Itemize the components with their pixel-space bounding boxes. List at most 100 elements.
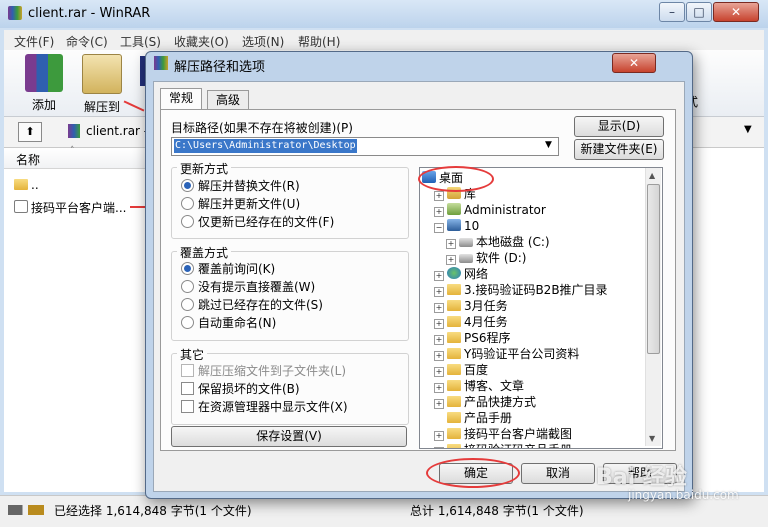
tree-item[interactable]: + 产品快捷方式: [422, 394, 644, 410]
radio-update-existing[interactable]: 仅更新已经存在的文件(F): [181, 214, 334, 230]
folder-icon: [447, 300, 461, 311]
scroll-down-icon[interactable]: ▼: [649, 434, 655, 443]
tree-item[interactable]: + 本地磁盘 (C:): [422, 234, 644, 250]
add-button[interactable]: 添加: [18, 54, 70, 112]
tab-general[interactable]: 常规: [160, 88, 203, 111]
expand-icon[interactable]: +: [434, 447, 444, 448]
tree-item[interactable]: − 10: [422, 218, 644, 234]
option-label: 解压压缩文件到子文件夹(L): [198, 364, 347, 378]
file-name: 接码平台客户端...: [31, 201, 127, 215]
option-label: 没有提示直接覆盖(W): [198, 280, 316, 294]
expand-icon[interactable]: +: [434, 367, 444, 377]
radio-skip-existing[interactable]: 跳过已经存在的文件(S): [181, 297, 323, 313]
radio-icon: [181, 280, 194, 293]
tree-item[interactable]: +3.接码验证码B2B推广目录: [422, 282, 644, 298]
dialog-close-button[interactable]: ✕: [612, 53, 656, 73]
tree-item[interactable]: + 百度: [422, 362, 644, 378]
radio-extract-replace[interactable]: 解压并替换文件(R): [181, 178, 300, 194]
folder-icon: [447, 380, 461, 391]
file-icon: [14, 200, 28, 213]
address-text[interactable]: client.rar -: [86, 124, 148, 138]
tab-advanced[interactable]: 高级: [207, 90, 250, 110]
path-label: 目标路径(如果不存在将被创建)(P): [171, 121, 353, 135]
tree-item[interactable]: + Y码验证平台公司资料: [422, 346, 644, 362]
tree-item[interactable]: + PS6程序: [422, 330, 644, 346]
scrollbar-thumb[interactable]: [647, 184, 660, 354]
expand-icon[interactable]: +: [434, 271, 444, 281]
tree-item-label: 本地磁盘 (C:): [476, 235, 550, 249]
new-folder-button[interactable]: 新建文件夹(E): [574, 139, 664, 160]
tree-item[interactable]: + 接码平台客户端截图: [422, 426, 644, 442]
expand-icon[interactable]: +: [434, 399, 444, 409]
list-item[interactable]: ..: [14, 178, 39, 192]
tree-item[interactable]: +3月任务: [422, 298, 644, 314]
extract-to-button[interactable]: 解压到: [76, 54, 128, 114]
expand-icon[interactable]: +: [446, 255, 456, 265]
menu-file[interactable]: 文件(F): [14, 33, 54, 50]
expand-icon[interactable]: +: [434, 351, 444, 361]
radio-extract-update[interactable]: 解压并更新文件(U): [181, 196, 300, 212]
radio-auto-rename[interactable]: 自动重命名(N): [181, 315, 276, 331]
folder-icon: [14, 179, 28, 190]
winrar-app-icon: [8, 6, 22, 20]
folder-tree[interactable]: 桌面 + 库 + Administrator −10 + 本地磁盘 (C:) + 软件 (D:) +…: [419, 167, 663, 449]
address-dropdown-icon[interactable]: ▼: [744, 124, 752, 135]
checkbox-extract-to-subfolders[interactable]: 解压压缩文件到子文件夹(L): [181, 363, 346, 379]
expand-icon[interactable]: +: [434, 287, 444, 297]
radio-overwrite-without-prompt[interactable]: 没有提示直接覆盖(W): [181, 279, 315, 295]
expand-icon[interactable]: +: [434, 303, 444, 313]
radio-ask-before-overwrite[interactable]: 覆盖前询问(K): [181, 261, 275, 277]
tree-item-label: Y码验证平台公司资料: [464, 347, 580, 361]
cancel-button[interactable]: 取消: [521, 463, 595, 484]
expand-icon[interactable]: +: [446, 239, 456, 249]
option-label: 解压并更新文件(U): [198, 197, 301, 211]
scroll-up-icon[interactable]: ▲: [649, 171, 655, 180]
up-folder-button[interactable]: ⬆: [18, 122, 42, 142]
close-main-button[interactable]: ✕: [713, 2, 759, 22]
save-settings-button[interactable]: 保存设置(V): [171, 426, 407, 447]
expand-icon[interactable]: +: [434, 319, 444, 329]
show-button[interactable]: 显示(D): [574, 116, 664, 137]
path-input[interactable]: C:\Users\Administrator\Desktop: [174, 139, 357, 153]
minimize-button[interactable]: –: [659, 2, 685, 22]
path-dropdown-icon[interactable]: ▼: [545, 140, 552, 150]
column-header-name[interactable]: 名称 ˄: [4, 146, 150, 169]
checkbox-show-in-explorer[interactable]: 在资源管理器中显示文件(X): [181, 399, 348, 415]
menu-tools[interactable]: 工具(S): [120, 33, 161, 50]
expand-icon[interactable]: +: [434, 383, 444, 393]
tree-item[interactable]: + 软件 (D:): [422, 250, 644, 266]
tree-item[interactable]: 产品手册: [422, 410, 644, 426]
rar-file-icon: [68, 124, 80, 138]
menu-help[interactable]: 帮助(H): [298, 33, 340, 50]
maximize-button[interactable]: □: [686, 2, 712, 22]
option-label: 解压并替换文件(R): [198, 179, 300, 193]
key-drive-icon: [8, 505, 44, 515]
tree-item-label: 博客、文章: [464, 379, 525, 393]
misc-title: 其它: [177, 346, 208, 363]
tree-item[interactable]: + 接码验证码产品手册: [422, 442, 644, 448]
file-name: ..: [31, 178, 39, 192]
menu-favorites[interactable]: 收藏夹(O): [174, 33, 229, 50]
tree-item-label: 3月任务: [464, 299, 508, 313]
tree-item[interactable]: + 网络: [422, 266, 644, 282]
tree-item[interactable]: + Administrator: [422, 202, 644, 218]
menu-commands[interactable]: 命令(C): [66, 33, 108, 50]
tree-item-label: PS6程序: [464, 331, 511, 345]
tree-item-label: 产品手册: [464, 411, 513, 425]
expand-icon[interactable]: +: [434, 191, 444, 201]
radio-icon: [181, 197, 194, 210]
tree-item[interactable]: + 博客、文章: [422, 378, 644, 394]
tree-scrollbar[interactable]: ▲ ▼: [645, 168, 661, 446]
checkbox-icon: [181, 364, 194, 377]
expand-icon[interactable]: +: [434, 207, 444, 217]
collapse-icon[interactable]: −: [434, 223, 444, 233]
path-combobox[interactable]: C:\Users\Administrator\Desktop ▼: [171, 137, 559, 156]
tree-item[interactable]: +4月任务: [422, 314, 644, 330]
menu-options[interactable]: 选项(N): [242, 33, 284, 50]
expand-icon[interactable]: +: [434, 335, 444, 345]
option-label: 保留损坏的文件(B): [198, 382, 300, 396]
radio-icon: [181, 215, 194, 228]
checkbox-keep-broken-files[interactable]: 保留损坏的文件(B): [181, 381, 300, 397]
expand-icon[interactable]: +: [434, 431, 444, 441]
list-item[interactable]: 接码平台客户端...: [14, 199, 126, 216]
